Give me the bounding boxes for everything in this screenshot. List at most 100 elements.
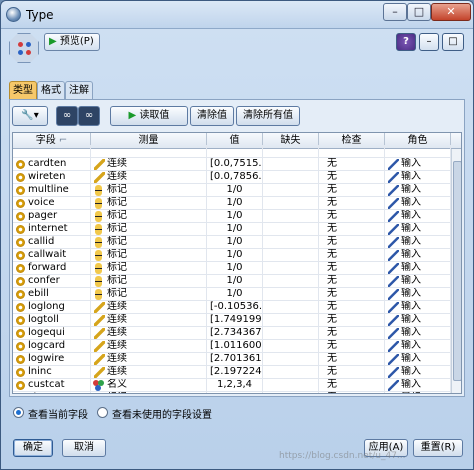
table-row[interactable]: wireten连续[0.0,7856.... 无输入	[13, 171, 451, 184]
cell-role[interactable]	[385, 145, 451, 158]
cell-measure[interactable]: 连续	[91, 158, 207, 171]
clear-values-button[interactable]: 清除值	[190, 106, 234, 126]
cell-measure[interactable]: 标记	[91, 210, 207, 223]
cell-role[interactable]: 输入	[385, 249, 451, 262]
cell-role[interactable]: 输入	[385, 236, 451, 249]
tab-type[interactable]: 类型	[9, 81, 37, 100]
cell-measure[interactable]: 连续	[91, 171, 207, 184]
tab-annotation[interactable]: 注解	[65, 81, 93, 100]
table-row[interactable]: custcat 名义 1,2,3,4 无输入	[13, 379, 451, 392]
cell-role[interactable]: 输入	[385, 210, 451, 223]
cell-measure[interactable]: 标记	[91, 275, 207, 288]
cell-check[interactable]: 无	[319, 301, 385, 314]
tab-format[interactable]: 格式	[37, 81, 65, 100]
cell-check[interactable]: 无	[319, 366, 385, 379]
cell-measure[interactable]: 连续	[91, 366, 207, 379]
cell-role[interactable]: 输入	[385, 171, 451, 184]
table-row[interactable]: churn标记1/0 无目标	[13, 392, 451, 393]
table-row[interactable]: logtoll连续[1.749199... 无输入	[13, 314, 451, 327]
cell-role[interactable]: 输入	[385, 288, 451, 301]
cell-check[interactable]: 无	[319, 353, 385, 366]
cell-measure[interactable]: 标记	[91, 236, 207, 249]
cell-measure[interactable]: 标记	[91, 249, 207, 262]
cell-check[interactable]: 无	[319, 392, 385, 393]
table-row[interactable]: callwait 标记 1/0 无输入	[13, 249, 451, 262]
table-row[interactable]: forward 标记 1/0 无输入	[13, 262, 451, 275]
cell-role[interactable]: 输入	[385, 340, 451, 353]
cell-check[interactable]: 无	[319, 223, 385, 236]
cell-check[interactable]: 无	[319, 314, 385, 327]
cell-measure[interactable]: 标记	[91, 262, 207, 275]
cell-check[interactable]: 无	[319, 158, 385, 171]
cell-check[interactable]: 无	[319, 327, 385, 340]
cell-role[interactable]: 输入	[385, 275, 451, 288]
cell-measure[interactable]: 连续	[91, 314, 207, 327]
cell-measure[interactable]: 连续	[91, 340, 207, 353]
cell-measure[interactable]: 连续	[91, 353, 207, 366]
cell-check[interactable]: 无	[319, 262, 385, 275]
cell-check[interactable]: 无	[319, 379, 385, 392]
cell-role[interactable]: 输入	[385, 366, 451, 379]
cell-measure[interactable]: 标记	[91, 184, 207, 197]
table-row[interactable]: lninc连续[2.197224... 无输入	[13, 366, 451, 379]
reset-button[interactable]: 重置(R)	[413, 439, 463, 457]
cell-check[interactable]: 无	[319, 249, 385, 262]
cell-role[interactable]: 目标	[385, 392, 451, 393]
cell-check[interactable]: 无	[319, 340, 385, 353]
table-row[interactable]: logcard连续[1.011600... 无输入	[13, 340, 451, 353]
cell-check[interactable]	[319, 145, 385, 158]
table-row[interactable]: logwire连续[2.701361... 无输入	[13, 353, 451, 366]
help-button[interactable]: ?	[396, 33, 416, 51]
cell-role[interactable]: 输入	[385, 223, 451, 236]
panel-minimize-button[interactable]: –	[419, 33, 439, 51]
cell-role[interactable]: 输入	[385, 353, 451, 366]
view-current-fields-radio[interactable]	[13, 407, 24, 418]
panel-maximize-button[interactable]: □	[442, 33, 464, 51]
cell-check[interactable]: 无	[319, 275, 385, 288]
cell-role[interactable]: 输入	[385, 184, 451, 197]
cancel-button[interactable]: 取消	[62, 439, 106, 457]
table-row[interactable]: loglong 连续 [-0.10536... 无输入	[13, 301, 451, 314]
table-row[interactable]: confer 标记 1/0 无输入	[13, 275, 451, 288]
table-row[interactable]: pager 标记 1/0 无输入	[13, 210, 451, 223]
table-row[interactable]: ebill 标记 1/0 无输入	[13, 288, 451, 301]
table-row[interactable]	[13, 145, 451, 158]
preview-button[interactable]: ▶ 预览(P)	[44, 33, 100, 51]
cell-role[interactable]: 输入	[385, 158, 451, 171]
cell-measure[interactable]: 标记	[91, 392, 207, 393]
cell-measure[interactable]: 名义	[91, 379, 207, 392]
cell-measure[interactable]: 标记	[91, 288, 207, 301]
cell-role[interactable]: 输入	[385, 262, 451, 275]
table-row[interactable]: internet 标记 1/0 无输入	[13, 223, 451, 236]
cell-measure[interactable]: 连续	[91, 327, 207, 340]
view-mode-icon-1[interactable]: ∞	[56, 106, 78, 126]
window-minimize-button[interactable]: –	[383, 3, 407, 21]
view-unused-fields-radio[interactable]	[97, 407, 108, 418]
read-values-button[interactable]: ▶ 读取值	[110, 106, 188, 126]
clear-all-values-button[interactable]: 清除所有值	[236, 106, 300, 126]
cell-role[interactable]: 输入	[385, 327, 451, 340]
table-row[interactable]: logequi连续[2.734367... 无输入	[13, 327, 451, 340]
cell-measure[interactable]: 标记	[91, 197, 207, 210]
ok-button[interactable]: 确定	[13, 439, 53, 457]
cell-check[interactable]: 无	[319, 197, 385, 210]
cell-role[interactable]: 输入	[385, 301, 451, 314]
view-mode-icon-2[interactable]: ∞	[78, 106, 100, 126]
vertical-scrollbar[interactable]	[451, 149, 461, 393]
table-row[interactable]: callid 标记 1/0 无输入	[13, 236, 451, 249]
window-close-button[interactable]: ✕	[431, 3, 471, 21]
cell-check[interactable]: 无	[319, 288, 385, 301]
table-row[interactable]: multline 标记 1/0 无输入	[13, 184, 451, 197]
scrollbar-thumb[interactable]	[453, 161, 461, 381]
cell-check[interactable]: 无	[319, 210, 385, 223]
tools-dropdown-button[interactable]: 🔧▾	[12, 106, 48, 126]
cell-role[interactable]: 输入	[385, 379, 451, 392]
cell-role[interactable]: 输入	[385, 197, 451, 210]
table-row[interactable]: cardten连续[0.0,7515.0] 无输入	[13, 158, 451, 171]
table-row[interactable]: voice 标记 1/0 无输入	[13, 197, 451, 210]
cell-measure[interactable]: 连续	[91, 301, 207, 314]
cell-measure[interactable]	[91, 145, 207, 158]
cell-check[interactable]: 无	[319, 236, 385, 249]
window-maximize-button[interactable]: □	[407, 3, 431, 21]
cell-check[interactable]: 无	[319, 184, 385, 197]
